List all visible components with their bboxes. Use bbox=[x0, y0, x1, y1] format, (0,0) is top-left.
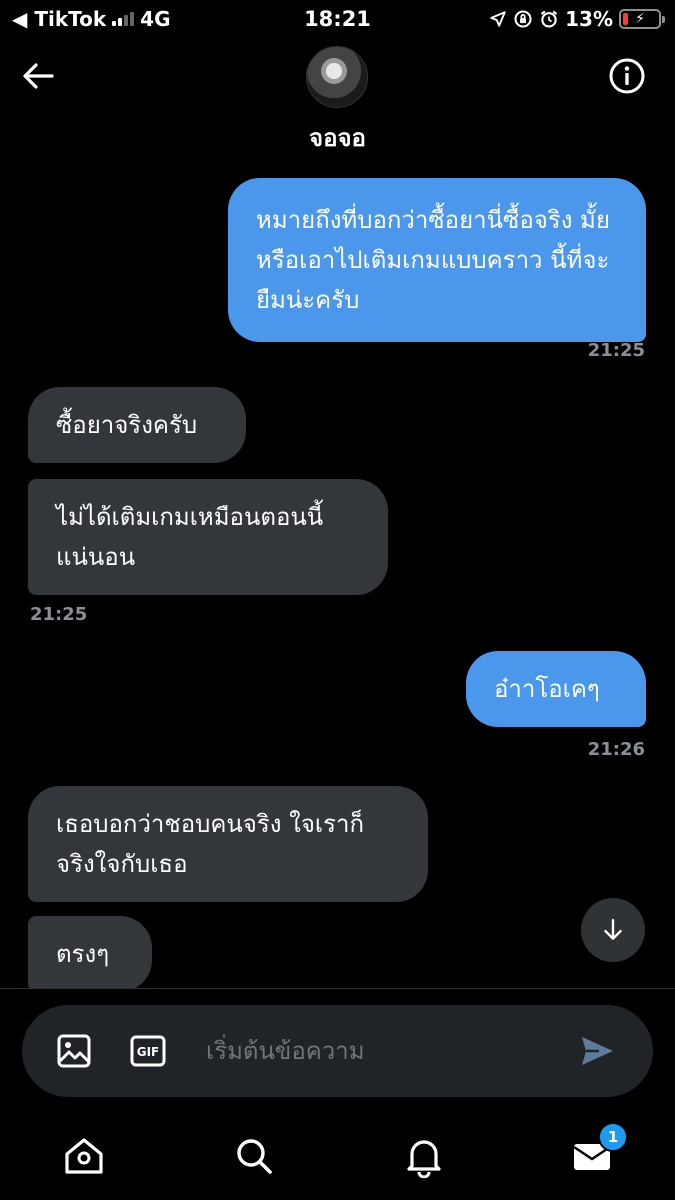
message-text: ไม่ได้เติมเกมเหมือนตอนนี้ แน่นอน bbox=[56, 503, 324, 571]
message-text: อ๋าาโอเคๆ bbox=[494, 675, 600, 703]
status-right: 13% ⚡ bbox=[489, 7, 665, 31]
arrow-down-icon bbox=[604, 919, 622, 940]
conversation-header: จอจอ bbox=[0, 38, 675, 162]
message-text: ตรงๆ bbox=[56, 940, 110, 968]
message-list[interactable]: หมายถึงที่บอกว่าซื้อยานี่ซื้อจริง มั้ยหร… bbox=[0, 162, 675, 988]
battery-percent: 13% bbox=[565, 7, 613, 31]
divider bbox=[0, 988, 675, 989]
battery-icon: ⚡ bbox=[619, 9, 665, 29]
status-left: ◀ TikTok 4G bbox=[12, 7, 171, 31]
message-bubble-received[interactable]: ไม่ได้เติมเกมเหมือนตอนนี้ แน่นอน bbox=[28, 479, 388, 595]
message-timestamp: 21:25 bbox=[587, 340, 645, 361]
message-composer: GIF bbox=[22, 1005, 653, 1097]
message-bubble-received[interactable]: เธอบอกว่าชอบคนจริง ใจเราก็ จริงใจกับเธอ bbox=[28, 786, 428, 902]
network-type: 4G bbox=[140, 7, 171, 31]
message-text: เธอบอกว่าชอบคนจริง ใจเราก็ จริงใจกับเธอ bbox=[56, 810, 364, 878]
location-icon bbox=[490, 11, 506, 27]
info-icon[interactable] bbox=[607, 56, 647, 96]
message-text: ซื้อยาจริงครับ bbox=[56, 411, 198, 439]
scroll-to-bottom-button[interactable] bbox=[581, 898, 645, 962]
message-bubble-received[interactable]: ซื้อยาจริงครับ bbox=[28, 387, 246, 463]
message-timestamp: 21:25 bbox=[30, 604, 88, 625]
message-text: หมายถึงที่บอกว่าซื้อยานี่ซื้อจริง มั้ยหร… bbox=[256, 206, 610, 314]
avatar[interactable] bbox=[306, 46, 368, 108]
gif-icon[interactable]: GIF bbox=[130, 1033, 166, 1069]
back-to-app-link[interactable]: ◀ TikTok bbox=[12, 7, 106, 31]
notifications-icon[interactable] bbox=[402, 1134, 446, 1178]
signal-icon bbox=[112, 12, 135, 26]
arrow-left-icon[interactable] bbox=[18, 56, 58, 96]
bottom-navigation: 1 bbox=[0, 1112, 675, 1200]
search-icon[interactable] bbox=[232, 1134, 276, 1178]
messages-tab[interactable]: 1 bbox=[570, 1122, 628, 1178]
message-timestamp: 21:26 bbox=[587, 739, 645, 760]
home-icon[interactable] bbox=[62, 1134, 106, 1178]
alarm-icon bbox=[541, 10, 558, 28]
orientation-lock-icon bbox=[514, 10, 532, 28]
message-bubble-received[interactable]: ตรงๆ bbox=[28, 916, 152, 988]
message-bubble-sent[interactable]: อ๋าาโอเคๆ bbox=[466, 651, 646, 727]
unread-badge: 1 bbox=[598, 1122, 628, 1152]
message-bubble-sent[interactable]: หมายถึงที่บอกว่าซื้อยานี่ซื้อจริง มั้ยหร… bbox=[228, 178, 646, 342]
gif-label: GIF bbox=[137, 1045, 160, 1059]
status-bar: ◀ TikTok 4G 18:21 13% ⚡ bbox=[0, 0, 675, 38]
status-time: 18:21 bbox=[304, 7, 371, 31]
send-icon[interactable] bbox=[577, 1031, 617, 1071]
image-icon[interactable] bbox=[56, 1033, 92, 1069]
message-input[interactable] bbox=[206, 1027, 566, 1075]
contact-name[interactable]: จอจอ bbox=[0, 118, 675, 157]
